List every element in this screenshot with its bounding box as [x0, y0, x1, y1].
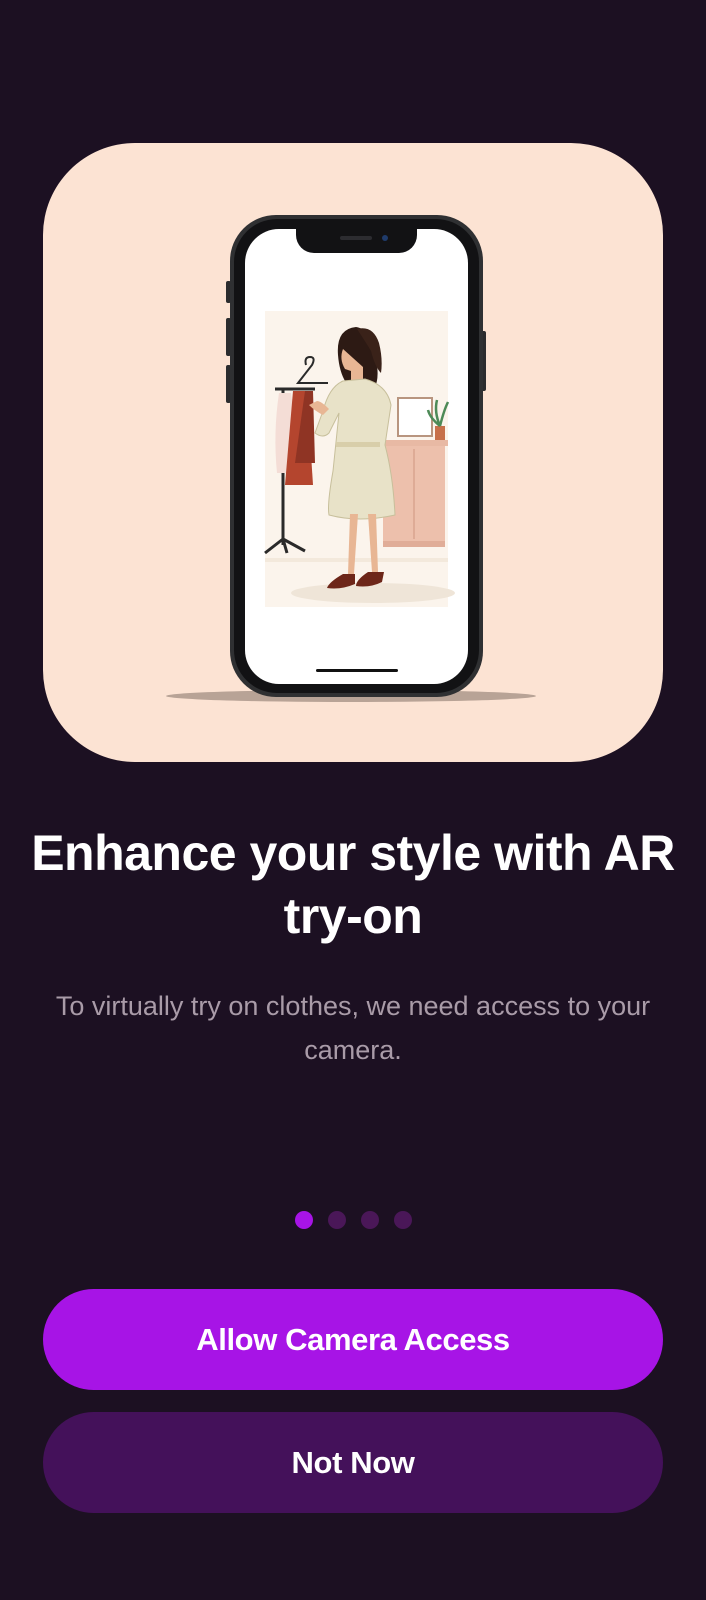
- pagination-dot-1[interactable]: [294, 1211, 313, 1229]
- hero-illustration-card: [43, 143, 663, 762]
- pagination-dot-3[interactable]: [360, 1211, 379, 1229]
- phone-illustration: [166, 215, 536, 702]
- pagination-dot-2[interactable]: [327, 1211, 346, 1229]
- page-description: To virtually try on clothes, we need acc…: [55, 991, 651, 1065]
- allow-camera-access-button[interactable]: Allow Camera Access: [43, 1289, 663, 1390]
- onboarding-screen: Enhance your style with AR try-on To vir…: [0, 0, 706, 1600]
- not-now-button[interactable]: Not Now: [43, 1412, 663, 1513]
- pagination-dots: [0, 1211, 706, 1229]
- pagination-dot-4[interactable]: [393, 1211, 412, 1229]
- page-title: Enhance your style with AR try-on: [31, 825, 675, 944]
